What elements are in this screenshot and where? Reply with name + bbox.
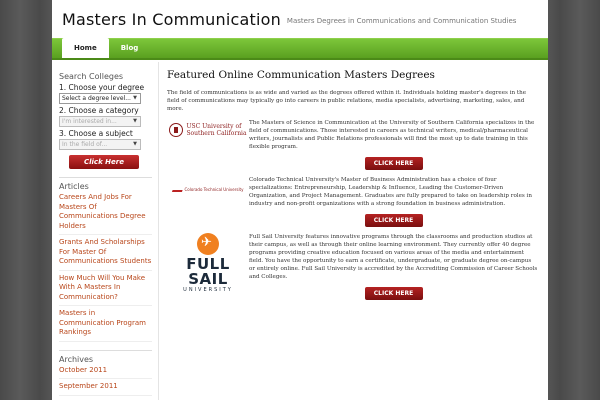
fullsail-click-here-button[interactable]: CLICK HERE: [364, 287, 423, 300]
article-link[interactable]: Careers And Jobs For Masters Of Communic…: [59, 193, 152, 235]
site-title[interactable]: Masters In Communication: [62, 10, 281, 29]
school-listing: FULL SAIL UNIVERSITY Full Sail Universit…: [167, 233, 538, 300]
category-select[interactable]: I'm interested in... ▼: [59, 116, 141, 127]
airplane-icon: [197, 233, 219, 255]
nav-blog[interactable]: Blog: [109, 38, 151, 58]
site-header: Masters In Communication Masters Degrees…: [52, 0, 548, 38]
archive-link[interactable]: September 2011: [59, 382, 152, 396]
degree-level-select[interactable]: Select a degree level... ▼: [59, 93, 141, 104]
chevron-down-icon: ▼: [133, 95, 137, 101]
articles-list: Careers And Jobs For Masters Of Communic…: [59, 193, 152, 342]
sidebar: Search Colleges 1. Choose your degree Se…: [52, 62, 156, 399]
nav-home[interactable]: Home: [62, 38, 109, 58]
fullsail-logo-sub: UNIVERSITY: [183, 287, 233, 293]
ctu-swoosh-icon: [171, 186, 184, 192]
subject-value: In the field of...: [62, 141, 108, 148]
category-value: I'm interested in...: [62, 118, 117, 125]
intro-paragraph: The field of communications is as wide a…: [167, 90, 527, 112]
article-link[interactable]: Masters in Communication Program Ranking…: [59, 309, 152, 342]
sidebar-divider: [59, 177, 152, 178]
archives-list: October 2011 September 2011: [59, 366, 152, 396]
page-heading: Featured Online Communication Masters De…: [167, 69, 435, 81]
chevron-down-icon: ▼: [133, 141, 137, 147]
search-colleges-heading: Search Colleges: [59, 72, 124, 81]
main-content: Featured Online Communication Masters De…: [158, 62, 544, 400]
step2-label: 2. Choose a category: [59, 106, 139, 115]
fullsail-logo-word: FULL SAIL: [186, 255, 230, 288]
articles-heading: Articles: [59, 182, 89, 191]
usc-logo-line1: USC University of: [186, 123, 242, 130]
school-description: The Masters of Science in Communication …: [249, 120, 535, 150]
school-description: Full Sail University features innovative…: [249, 234, 538, 280]
article-link[interactable]: How Much Will You Make With A Masters In…: [59, 274, 152, 306]
step3-label: 3. Choose a subject: [59, 129, 133, 138]
step1-label: 1. Choose your degree: [59, 83, 145, 92]
article-link[interactable]: Grants And Scholarships For Master Of Co…: [59, 238, 152, 271]
school-listing: USC University of Southern California Th…: [167, 119, 538, 170]
fullsail-logo[interactable]: FULL SAIL UNIVERSITY: [167, 233, 249, 300]
archive-link[interactable]: October 2011: [59, 366, 152, 379]
ctu-logo-text: Colorado Technical University: [184, 186, 244, 192]
school-description: Colorado Technical University's Master o…: [249, 177, 532, 207]
ctu-logo[interactable]: Colorado Technical University: [167, 176, 249, 227]
main-nav: Home Blog: [52, 38, 548, 60]
search-click-here-button[interactable]: Click Here: [69, 155, 139, 169]
usc-seal-icon: [169, 123, 184, 137]
page-container: Masters In Communication Masters Degrees…: [52, 0, 548, 400]
ctu-click-here-button[interactable]: CLICK HERE: [364, 214, 423, 227]
sidebar-divider: [59, 349, 152, 351]
school-listing: Colorado Technical University Colorado T…: [167, 176, 538, 227]
usc-click-here-button[interactable]: CLICK HERE: [364, 157, 423, 170]
usc-logo-line2: Southern California: [186, 130, 247, 137]
usc-logo[interactable]: USC University of Southern California: [167, 119, 249, 170]
degree-level-value: Select a degree level...: [62, 95, 131, 102]
site-tagline: Masters Degrees in Communications and Co…: [286, 16, 517, 25]
subject-select[interactable]: In the field of... ▼: [59, 139, 141, 150]
archives-heading: Archives: [59, 354, 94, 364]
chevron-down-icon: ▼: [133, 118, 137, 124]
